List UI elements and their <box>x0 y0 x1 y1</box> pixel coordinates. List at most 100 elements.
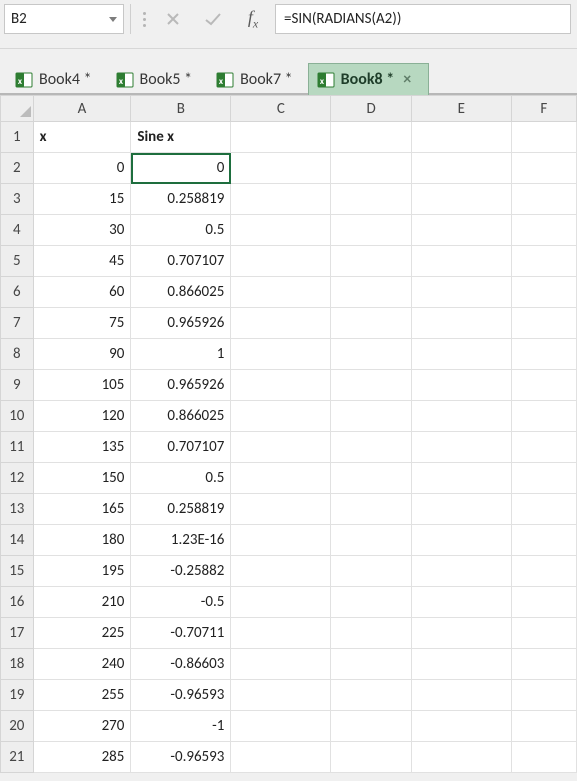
cell[interactable]: 60 <box>33 277 131 308</box>
row-header[interactable]: 2 <box>1 153 34 184</box>
row-header[interactable]: 19 <box>1 680 34 711</box>
cell[interactable] <box>231 370 331 401</box>
cell[interactable] <box>331 525 411 556</box>
cell[interactable] <box>511 587 576 618</box>
cell[interactable]: 15 <box>33 184 131 215</box>
cell[interactable] <box>411 401 511 432</box>
cell[interactable]: 225 <box>33 618 131 649</box>
cell[interactable]: -0.96593 <box>131 742 231 773</box>
cell[interactable] <box>511 711 576 742</box>
row-header[interactable]: 4 <box>1 215 34 246</box>
column-header[interactable]: F <box>511 96 576 122</box>
cell[interactable] <box>331 184 411 215</box>
cell[interactable] <box>331 122 411 153</box>
cell[interactable]: -0.96593 <box>131 680 231 711</box>
select-all-corner[interactable] <box>1 96 34 122</box>
row-header[interactable]: 11 <box>1 432 34 463</box>
cell[interactable]: 0.258819 <box>131 494 231 525</box>
cell[interactable] <box>511 153 576 184</box>
workbook-tab[interactable]: x Book5 * <box>107 63 208 95</box>
cell[interactable] <box>231 246 331 277</box>
cell[interactable] <box>511 494 576 525</box>
cell[interactable] <box>331 308 411 339</box>
cell[interactable]: 240 <box>33 649 131 680</box>
cell[interactable] <box>411 525 511 556</box>
cell[interactable]: -0.5 <box>131 587 231 618</box>
cancel-formula-button[interactable] <box>155 4 191 34</box>
cell[interactable] <box>411 246 511 277</box>
cell[interactable] <box>411 370 511 401</box>
row-header[interactable]: 13 <box>1 494 34 525</box>
cell[interactable]: 210 <box>33 587 131 618</box>
cell[interactable] <box>511 463 576 494</box>
row-header[interactable]: 1 <box>1 122 34 153</box>
cell[interactable] <box>411 277 511 308</box>
cell[interactable]: 0.866025 <box>131 401 231 432</box>
cell[interactable] <box>411 711 511 742</box>
cell[interactable]: 135 <box>33 432 131 463</box>
cell[interactable] <box>331 587 411 618</box>
cell[interactable] <box>331 370 411 401</box>
cell[interactable] <box>331 153 411 184</box>
cell[interactable] <box>511 649 576 680</box>
cell[interactable] <box>331 215 411 246</box>
cell[interactable] <box>411 153 511 184</box>
row-header[interactable]: 10 <box>1 401 34 432</box>
cell[interactable] <box>331 401 411 432</box>
cell[interactable]: -0.70711 <box>131 618 231 649</box>
cell[interactable] <box>511 308 576 339</box>
cell[interactable] <box>331 649 411 680</box>
row-header[interactable]: 3 <box>1 184 34 215</box>
cell[interactable]: 120 <box>33 401 131 432</box>
cell[interactable]: 0.965926 <box>131 370 231 401</box>
column-header[interactable]: E <box>411 96 511 122</box>
column-header[interactable]: C <box>231 96 331 122</box>
cell[interactable] <box>231 215 331 246</box>
cell[interactable]: -0.25882 <box>131 556 231 587</box>
cell[interactable] <box>331 277 411 308</box>
cell[interactable] <box>511 370 576 401</box>
cell[interactable]: 195 <box>33 556 131 587</box>
cell[interactable] <box>511 215 576 246</box>
cell[interactable] <box>411 494 511 525</box>
cell[interactable] <box>411 339 511 370</box>
cell[interactable] <box>231 649 331 680</box>
cell[interactable] <box>331 742 411 773</box>
spreadsheet-grid[interactable]: A B C D E F 1xSine x2003150.2588194300.5… <box>0 95 577 773</box>
column-header[interactable]: B <box>131 96 231 122</box>
cell[interactable]: 0.707107 <box>131 246 231 277</box>
cell[interactable]: 165 <box>33 494 131 525</box>
cell[interactable] <box>511 401 576 432</box>
row-header[interactable]: 15 <box>1 556 34 587</box>
cell[interactable] <box>231 339 331 370</box>
cell[interactable] <box>511 742 576 773</box>
cell[interactable] <box>231 618 331 649</box>
row-header[interactable]: 5 <box>1 246 34 277</box>
cell[interactable]: 150 <box>33 463 131 494</box>
cell[interactable] <box>231 401 331 432</box>
cell[interactable]: 0.258819 <box>131 184 231 215</box>
cell[interactable] <box>231 742 331 773</box>
cell[interactable] <box>411 215 511 246</box>
cell[interactable]: 1.23E-16 <box>131 525 231 556</box>
cell[interactable] <box>411 742 511 773</box>
cell[interactable] <box>231 308 331 339</box>
row-header[interactable]: 14 <box>1 525 34 556</box>
row-header[interactable]: 18 <box>1 649 34 680</box>
cell[interactable] <box>231 432 331 463</box>
row-header[interactable]: 21 <box>1 742 34 773</box>
cell[interactable]: 45 <box>33 246 131 277</box>
cell[interactable]: 0.707107 <box>131 432 231 463</box>
cell[interactable] <box>411 587 511 618</box>
cell[interactable] <box>511 525 576 556</box>
cell[interactable] <box>231 587 331 618</box>
cell[interactable] <box>411 556 511 587</box>
cell[interactable] <box>331 432 411 463</box>
cell[interactable]: 1 <box>131 339 231 370</box>
row-header[interactable]: 16 <box>1 587 34 618</box>
cell[interactable] <box>331 711 411 742</box>
cell[interactable]: 0.5 <box>131 463 231 494</box>
cell[interactable] <box>411 463 511 494</box>
cell[interactable] <box>511 277 576 308</box>
row-header[interactable]: 8 <box>1 339 34 370</box>
